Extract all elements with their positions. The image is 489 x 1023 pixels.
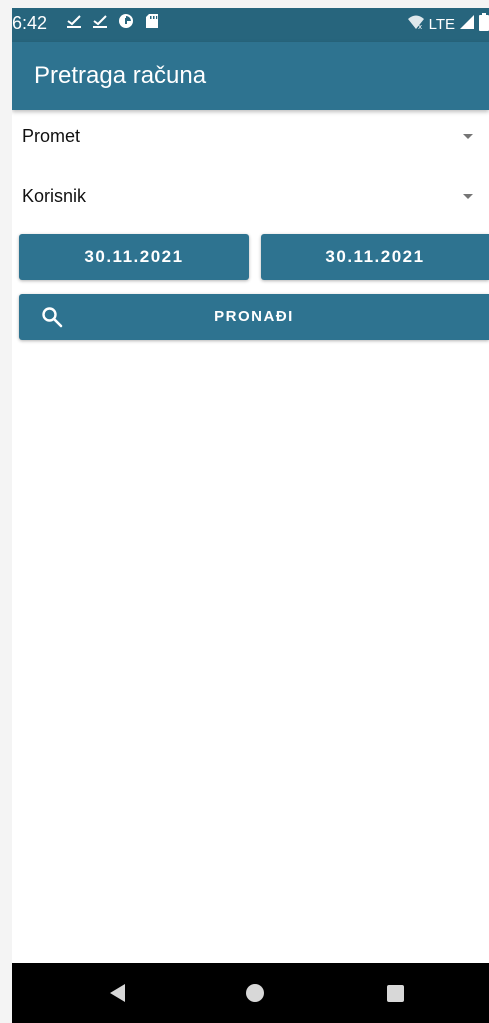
turnover-dropdown-label: Promet [22, 126, 81, 146]
navigation-bar [12, 963, 489, 1023]
download-done-icon [66, 12, 82, 30]
search-button[interactable]: PRONAĐI [19, 294, 489, 340]
system-icons: x LTE [407, 13, 489, 36]
wifi-off-icon: x [407, 14, 425, 35]
recent-apps-icon [386, 984, 404, 1002]
data-saver-icon [118, 12, 134, 30]
network-type-label: LTE [428, 16, 455, 33]
date-to-button[interactable]: 30.11.2021 [261, 234, 489, 280]
home-icon [246, 984, 264, 1002]
user-dropdown-label: Korisnik [22, 186, 87, 206]
user-dropdown[interactable]: Korisnik [12, 174, 489, 222]
home-button[interactable] [225, 963, 285, 1023]
dropdown-arrow-icon [463, 194, 473, 199]
download-done-icon [92, 12, 108, 30]
back-button[interactable] [87, 963, 147, 1023]
search-button-label: PRONAĐI [214, 308, 294, 325]
status-time: 6:42 [12, 13, 48, 33]
back-icon [109, 984, 125, 1002]
app-bar: Pretraga računa [12, 42, 489, 110]
date-from-button[interactable]: 30.11.2021 [19, 234, 249, 280]
app-screen: 6:42 x LTE Pretraga računa Promet Korisn… [12, 8, 489, 1023]
sd-card-icon [144, 12, 160, 30]
recent-apps-button[interactable] [365, 963, 425, 1023]
status-bar: 6:42 x LTE [12, 8, 489, 42]
notification-icons [66, 12, 160, 30]
signal-icon [459, 14, 475, 35]
turnover-dropdown[interactable]: Promet [12, 114, 489, 162]
svg-text:x: x [418, 23, 422, 30]
battery-icon [479, 13, 489, 36]
dropdown-arrow-icon [463, 134, 473, 139]
page-title: Pretraga računa [34, 62, 207, 89]
